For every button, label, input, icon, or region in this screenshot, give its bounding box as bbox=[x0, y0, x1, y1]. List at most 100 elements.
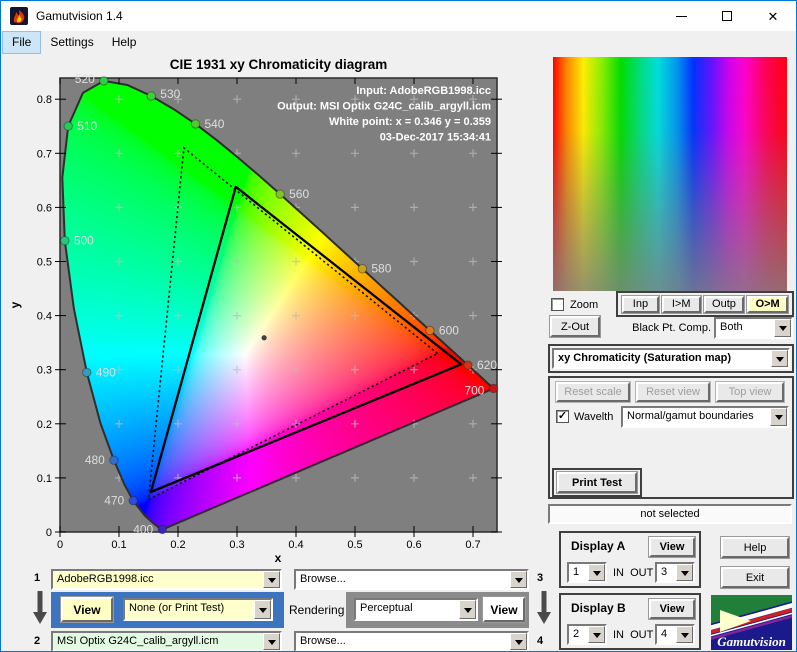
display-b-inout-label: IN OUT bbox=[613, 629, 654, 641]
input-view-panel: View None (or Print Test) bbox=[51, 592, 284, 628]
client-area: CIE 1931 xy Chromaticity diagram 0 0.1 0.2… bbox=[1, 54, 796, 651]
outp-button[interactable]: Outp bbox=[702, 294, 746, 314]
y-tick-label: 0.2 bbox=[37, 419, 52, 431]
exit-button[interactable]: Exit bbox=[720, 566, 790, 589]
help-button[interactable]: Help bbox=[720, 536, 790, 559]
titlebar: Gamutvision 1.4 ✕ bbox=[1, 1, 796, 31]
view-output-button[interactable]: View bbox=[482, 596, 526, 623]
y-tick-label: 0.7 bbox=[37, 148, 52, 160]
i-to-m-button[interactable]: I>M bbox=[660, 294, 702, 314]
saturation-map-preview[interactable] bbox=[553, 57, 787, 291]
menu-file[interactable]: File bbox=[2, 31, 42, 54]
chromaticity-figure: CIE 1931 xy Chromaticity diagram 0 0.1 0.2… bbox=[1, 54, 556, 584]
chevron-down-icon[interactable] bbox=[588, 626, 605, 643]
minimize-button[interactable] bbox=[658, 1, 704, 31]
chevron-down-icon[interactable] bbox=[510, 633, 527, 650]
x-tick-label: 0.6 bbox=[406, 539, 421, 551]
x-tick-label: 0.5 bbox=[347, 539, 362, 551]
slot2-out-index: 4 bbox=[537, 635, 544, 647]
display-b-out-value: 4 bbox=[657, 626, 676, 643]
wavelth-checkbox[interactable]: ✓ bbox=[556, 410, 569, 423]
y-tick-label: 0.6 bbox=[37, 202, 52, 214]
menu-help[interactable]: Help bbox=[103, 31, 146, 54]
output-profile-select[interactable]: MSI Optix G24C_calib_argyll.icm bbox=[51, 631, 282, 651]
app-icon bbox=[10, 7, 28, 25]
close-button[interactable]: ✕ bbox=[750, 1, 796, 31]
display-mode-value: xy Chromaticity (Saturation map) bbox=[554, 350, 771, 367]
x-tick-label: 0 bbox=[57, 539, 63, 551]
zoom-checkbox-label: Zoom bbox=[570, 299, 599, 311]
display-b-group: Display B View 2 IN OUT 4 bbox=[559, 593, 701, 650]
chevron-down-icon[interactable] bbox=[676, 564, 693, 581]
display-a-in-select[interactable]: 1 bbox=[567, 562, 607, 583]
input-profile-select[interactable]: AdobeRGB1998.icc bbox=[51, 569, 282, 590]
boundaries-value: Normal/gamut boundaries bbox=[623, 408, 770, 426]
black-pt-comp-select[interactable]: Both bbox=[714, 317, 793, 339]
chevron-down-icon[interactable] bbox=[459, 600, 476, 619]
o-to-m-button[interactable]: O>M bbox=[746, 294, 789, 314]
print-test-button[interactable]: Print Test bbox=[556, 471, 638, 494]
y-tick-label: 0.5 bbox=[37, 257, 52, 269]
y-tick-label: 0.3 bbox=[37, 365, 52, 377]
chromaticity-canvas[interactable] bbox=[60, 78, 497, 532]
display-b-in-value: 2 bbox=[569, 626, 588, 643]
menubar: File Settings Help bbox=[1, 31, 796, 54]
reset-scale-button: Reset scale bbox=[555, 381, 631, 403]
display-b-view-button[interactable]: View bbox=[648, 598, 696, 620]
status-field: not selected bbox=[548, 504, 792, 524]
browse-output-select[interactable]: Browse... bbox=[294, 631, 529, 651]
chevron-down-icon[interactable] bbox=[510, 571, 527, 588]
gamutvision-logo: Gamutvision bbox=[711, 595, 792, 650]
display-a-in-value: 1 bbox=[569, 564, 588, 581]
top-view-button: Top view bbox=[715, 381, 785, 403]
close-icon: ✕ bbox=[767, 8, 779, 24]
rendering-panel: Perceptual View bbox=[346, 592, 529, 628]
display-a-title: Display A bbox=[571, 539, 626, 553]
chevron-down-icon[interactable] bbox=[771, 350, 788, 367]
flow-arrow-right-icon bbox=[537, 591, 551, 624]
x-tick-label: 0.1 bbox=[111, 539, 126, 551]
display-b-title: Display B bbox=[571, 601, 626, 615]
display-b-out-select[interactable]: 4 bbox=[655, 624, 695, 645]
x-tick-label: 0.7 bbox=[465, 539, 480, 551]
simulation-value: None (or Print Test) bbox=[125, 600, 254, 619]
black-pt-comp-label: Black Pt. Comp. bbox=[632, 322, 711, 334]
maximize-button[interactable] bbox=[704, 1, 750, 31]
chevron-down-icon[interactable] bbox=[263, 571, 280, 588]
black-pt-comp-value: Both bbox=[716, 319, 774, 337]
display-b-in-select[interactable]: 2 bbox=[567, 624, 607, 645]
z-out-button[interactable]: Z-Out bbox=[549, 315, 601, 338]
display-a-view-button[interactable]: View bbox=[648, 536, 696, 558]
output-profile-value: MSI Optix G24C_calib_argyll.icm bbox=[53, 633, 263, 650]
simulation-select[interactable]: None (or Print Test) bbox=[123, 598, 273, 621]
chevron-down-icon[interactable] bbox=[676, 626, 693, 643]
chevron-down-icon[interactable] bbox=[254, 600, 271, 619]
menu-settings[interactable]: Settings bbox=[41, 31, 102, 54]
view-options-group: Reset scale Reset view Top view ✓ Wavelt… bbox=[548, 376, 794, 499]
y-tick-label: 0 bbox=[46, 527, 52, 539]
display-a-group: Display A View 1 IN OUT 3 bbox=[559, 531, 701, 588]
boundaries-select[interactable]: Normal/gamut boundaries bbox=[621, 406, 789, 428]
chart-title: CIE 1931 xy Chromaticity diagram bbox=[169, 57, 388, 72]
inp-button[interactable]: Inp bbox=[621, 294, 660, 314]
slot2-index: 2 bbox=[34, 635, 41, 647]
wavelth-label: Wavelth bbox=[574, 411, 614, 423]
display-mode-select[interactable]: xy Chromaticity (Saturation map) bbox=[552, 348, 790, 369]
rendering-intent-select[interactable]: Perceptual bbox=[354, 598, 478, 621]
logo-text: Gamutvision bbox=[717, 634, 786, 649]
chevron-down-icon[interactable] bbox=[588, 564, 605, 581]
view-input-button[interactable]: View bbox=[60, 596, 114, 623]
y-tick-label: 0.4 bbox=[37, 311, 52, 323]
browse-input-select[interactable]: Browse... bbox=[294, 569, 529, 590]
display-a-out-select[interactable]: 3 bbox=[655, 562, 695, 583]
y-tick-label: 0.1 bbox=[37, 473, 52, 485]
chevron-down-icon[interactable] bbox=[770, 408, 787, 426]
chevron-down-icon[interactable] bbox=[774, 319, 791, 337]
x-axis-label: x bbox=[275, 551, 282, 565]
x-tick-label: 0.3 bbox=[229, 539, 244, 551]
print-test-group: Print Test bbox=[552, 468, 642, 497]
zoom-checkbox[interactable] bbox=[551, 298, 564, 311]
flow-arrow-left-icon bbox=[33, 591, 47, 624]
chevron-down-icon[interactable] bbox=[263, 633, 280, 650]
x-tick-label: 0.4 bbox=[288, 539, 303, 551]
